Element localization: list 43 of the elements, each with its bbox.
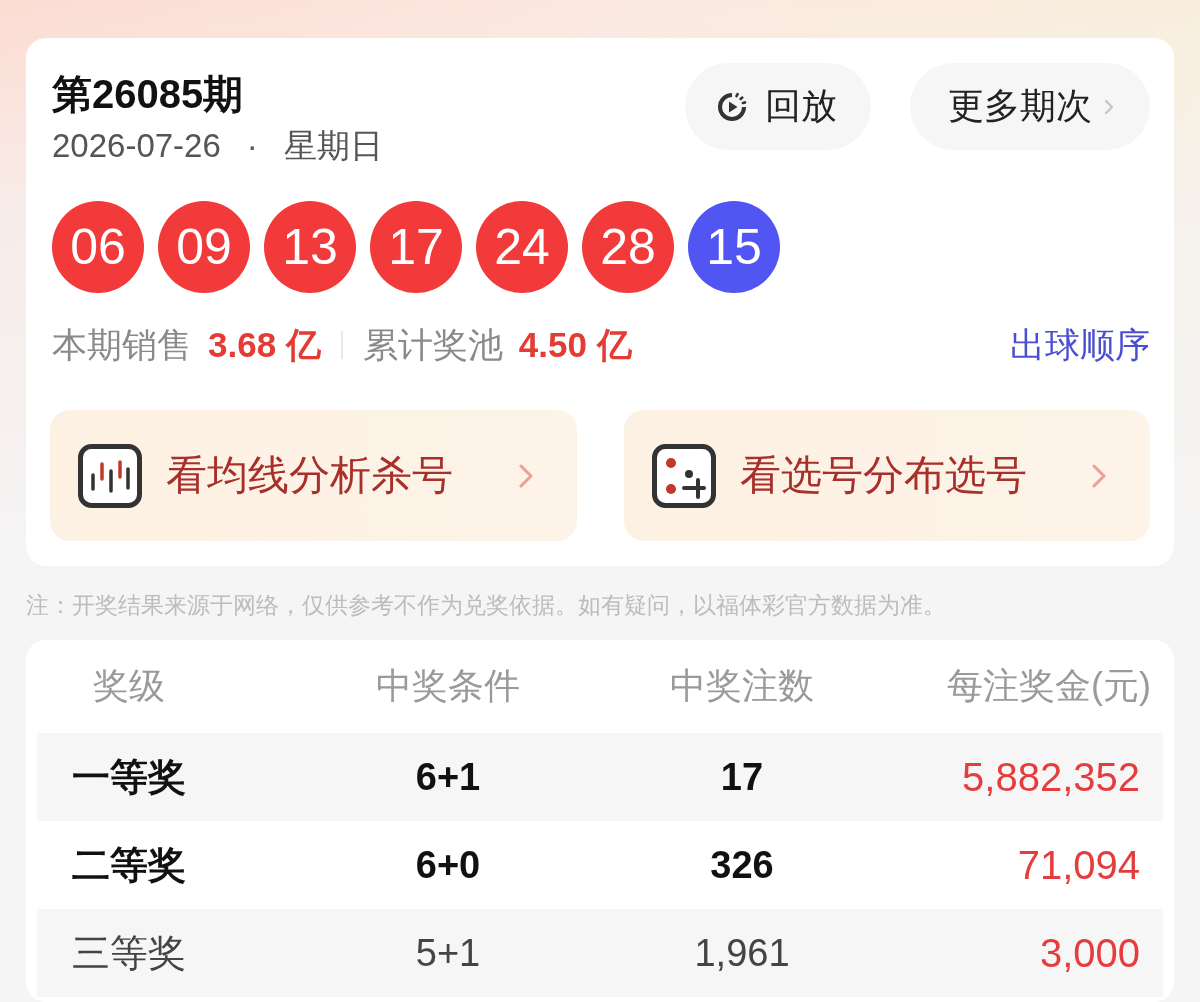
number-ball: 17 [370,201,462,293]
chevron-right-icon [1092,463,1106,488]
candlestick-chart-icon [78,443,142,508]
table-cell-text: 三等奖 [72,930,186,976]
issue-title: 第26085期 [52,71,245,118]
draw-date: 2026-07-26 [52,126,221,166]
number-ball: 28 [582,201,674,293]
column-header: 每注奖金(元) [947,664,1152,708]
dots-tile-icon [651,443,716,508]
number-ball: 24 [476,201,568,293]
draw-weekday: 星期日 [283,126,383,166]
number-ball: 09 [158,201,250,293]
table-cell-text: 二等奖 [72,842,186,888]
table-cell-text: 3,000 [1039,930,1141,976]
trend-analysis-button[interactable]: 看均线分析杀号 [50,410,577,541]
number-ball: 13 [264,201,356,293]
number-distribution-button[interactable]: 看选号分布选号 [623,410,1150,541]
stat-value: 3.68 亿 [208,323,321,366]
date-separator: · [246,126,258,166]
chevron-right-icon [1104,98,1114,115]
table-cell-text: 71,094 [1017,842,1141,888]
column-header: 中奖条件 [376,664,520,708]
number-ball: 15 [688,201,780,293]
table-cell: 17 [720,755,764,799]
table-cell: 1,961 [694,931,790,975]
stat-label: 累计奖池 [362,323,503,366]
table-cell-text: 5,882,352 [962,754,1141,800]
table-cell: 326 [710,843,774,887]
more-issues-button[interactable]: 更多期次 [910,63,1150,150]
column-header: 奖级 [93,664,165,708]
table-cell-text: 一等奖 [72,754,186,800]
replay-icon [717,91,747,122]
chevron-right-icon [518,463,533,488]
disclaimer-note: 注：开奖结果来源于网络，仅供参考不作为兑奖依据。如有疑问，以福体彩官方数据为准。 [26,591,947,620]
stat-label: 本期销售 [52,323,192,366]
replay-button[interactable]: 回放 [685,63,871,150]
table-cell: 6+0 [415,843,481,887]
draw-order-link[interactable]: 出球顺序 [1010,321,1150,369]
number-ball: 06 [52,201,144,293]
stat-value: 4.50 亿 [518,323,632,366]
column-header: 中奖注数 [670,664,814,708]
table-cell: 6+1 [415,755,481,799]
table-cell: 5+1 [415,931,481,975]
